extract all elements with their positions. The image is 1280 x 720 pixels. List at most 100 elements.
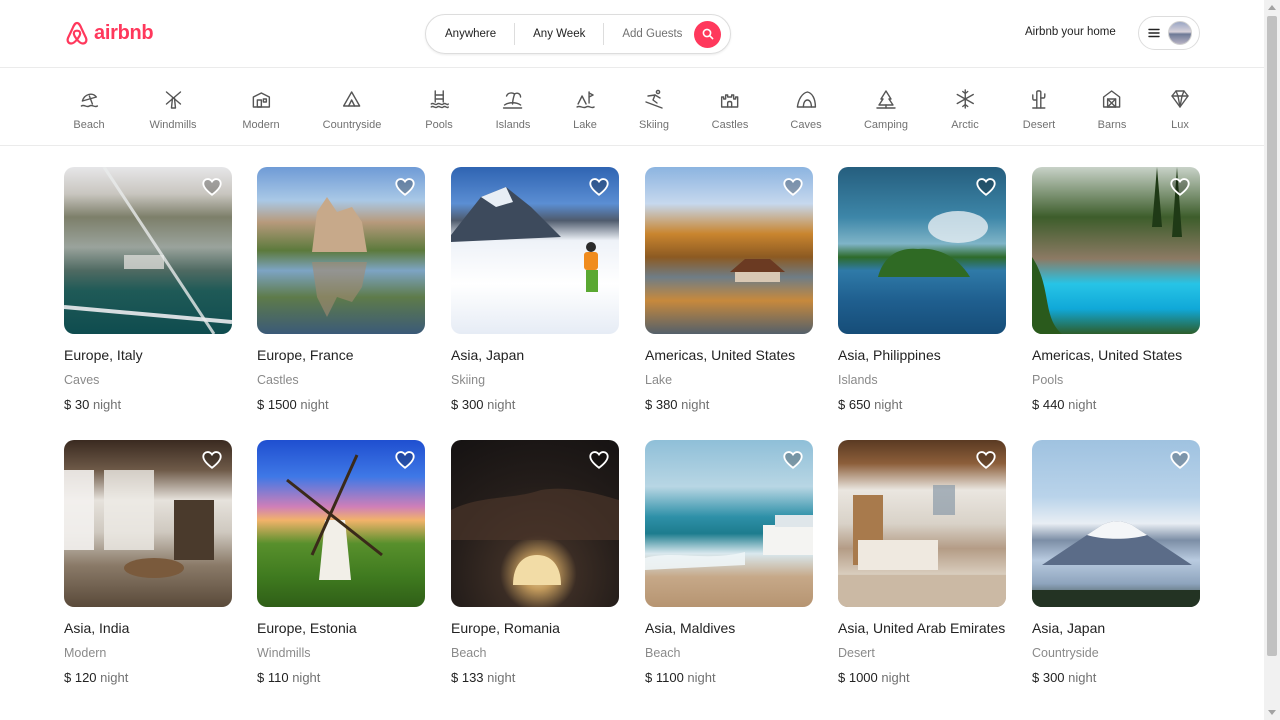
listing-price: $ 1100 night [645, 670, 813, 686]
skiing-icon [645, 89, 663, 109]
category-castles[interactable]: Castles [712, 88, 748, 131]
listing-category: Countryside [1032, 646, 1099, 660]
heart-icon[interactable] [782, 449, 804, 471]
listing-card[interactable]: Asia, Japan Skiing $ 300 night [451, 167, 619, 413]
listing-photo[interactable] [451, 167, 619, 334]
price-unit: night [300, 397, 329, 412]
listing-photo[interactable] [257, 167, 425, 334]
search-button[interactable] [694, 20, 722, 48]
category-skiing[interactable]: Skiing [639, 88, 669, 131]
heart-icon[interactable] [201, 176, 223, 198]
listing-card[interactable]: Europe, Romania Beach $ 133 night [451, 440, 619, 686]
category-desert[interactable]: Desert [1023, 88, 1055, 131]
scroll-down-arrow-icon[interactable] [1268, 710, 1276, 715]
price-unit: night [1068, 397, 1097, 412]
listing-price: $ 300 night [1032, 670, 1200, 686]
price-unit: night [874, 397, 903, 412]
heart-icon[interactable] [201, 449, 223, 471]
price-unit: night [92, 397, 122, 412]
listing-photo[interactable] [64, 167, 232, 334]
listing-card[interactable]: Europe, Estonia Windmills $ 110 night [257, 440, 425, 686]
host-link[interactable]: Airbnb your home [1025, 26, 1116, 38]
listing-card[interactable]: Americas, United States Lake $ 380 night [645, 167, 813, 413]
price-unit: night [487, 670, 516, 685]
price-unit: night [681, 397, 710, 412]
category-label: Countryside [322, 119, 382, 131]
barn-icon [1103, 90, 1121, 108]
listing-photo[interactable] [1032, 167, 1200, 334]
listing-location: Americas, United States [645, 347, 796, 363]
category-beach[interactable]: Beach [73, 88, 105, 131]
listing-category: Islands [838, 373, 878, 387]
search-when[interactable]: Any Week [515, 23, 605, 45]
listing-photo[interactable] [64, 440, 232, 607]
category-pools[interactable]: Pools [425, 88, 453, 131]
price-unit: night [292, 670, 321, 685]
listing-card[interactable]: Asia, Japan Countryside $ 300 night [1032, 440, 1200, 686]
scroll-thumb[interactable] [1267, 16, 1277, 656]
listing-photo[interactable] [451, 440, 619, 607]
category-camping[interactable]: Camping [864, 88, 908, 131]
heart-icon[interactable] [588, 449, 610, 471]
page-scrollbar[interactable] [1264, 0, 1280, 720]
listing-photo[interactable] [257, 440, 425, 607]
search-where[interactable]: Anywhere [426, 23, 516, 45]
brand-logo[interactable]: airbnb [64, 20, 154, 46]
category-label: Caves [790, 119, 822, 131]
listing-card[interactable]: Asia, India Modern $ 120 night [64, 440, 232, 686]
search-bar[interactable]: Anywhere Any Week Add Guests [425, 14, 731, 54]
avatar [1168, 21, 1192, 45]
category-islands[interactable]: Islands [496, 88, 530, 131]
category-arctic[interactable]: Arctic [951, 88, 979, 131]
heart-icon[interactable] [588, 176, 610, 198]
brand-name: airbnb [94, 21, 154, 44]
listing-card[interactable]: Europe, France Castles $ 1500 night [257, 167, 425, 413]
scroll-up-arrow-icon[interactable] [1268, 5, 1276, 10]
listing-location: Asia, United Arab Emirates [838, 620, 1006, 636]
listing-price: $ 300 night [451, 397, 619, 413]
price-value: $ 650 [838, 397, 871, 412]
listing-location: Asia, Japan [1032, 620, 1106, 636]
price-value: $ 30 [64, 397, 90, 412]
price-unit: night [1068, 670, 1097, 685]
price-value: $ 1000 [838, 670, 878, 685]
listing-location: Asia, Japan [451, 347, 525, 363]
heart-icon[interactable] [1169, 449, 1191, 471]
category-lake[interactable]: Lake [573, 88, 597, 131]
listing-photo[interactable] [838, 440, 1006, 607]
price-value: $ 120 [64, 670, 97, 685]
category-barns[interactable]: Barns [1098, 88, 1126, 131]
user-menu-button[interactable] [1138, 16, 1200, 50]
snowflake-icon [956, 89, 974, 109]
cave-icon [796, 91, 816, 108]
heart-icon[interactable] [782, 176, 804, 198]
category-countryside[interactable]: Countryside [322, 88, 382, 131]
listing-category: Beach [451, 646, 487, 660]
heart-icon[interactable] [1169, 176, 1191, 198]
category-windmills[interactable]: Windmills [149, 88, 197, 131]
airbnb-logo-icon [66, 21, 88, 45]
heart-icon[interactable] [394, 176, 416, 198]
header: airbnb Anywhere Any Week Add Guests Airb… [0, 0, 1264, 68]
listing-card[interactable]: Asia, Philippines Islands $ 650 night [838, 167, 1006, 413]
heart-icon[interactable] [394, 449, 416, 471]
price-value: $ 1100 [645, 670, 684, 685]
heart-icon[interactable] [975, 176, 997, 198]
search-who[interactable]: Add Guests [604, 23, 694, 45]
category-caves[interactable]: Caves [790, 88, 822, 131]
listing-card[interactable]: Americas, United States Pools $ 440 nigh… [1032, 167, 1200, 413]
heart-icon[interactable] [975, 449, 997, 471]
listing-card[interactable]: Asia, United Arab Emirates Desert $ 1000… [838, 440, 1006, 686]
listing-photo[interactable] [645, 440, 813, 607]
category-lux[interactable]: Lux [1169, 88, 1191, 131]
category-modern[interactable]: Modern [242, 88, 280, 131]
listing-card[interactable]: Europe, Italy Caves $ 30 night [64, 167, 232, 413]
category-label: Lake [573, 119, 597, 131]
category-label: Lux [1171, 119, 1189, 131]
listing-card[interactable]: Asia, Maldives Beach $ 1100 night [645, 440, 813, 686]
listing-location: Europe, Estonia [257, 620, 357, 636]
listing-photo[interactable] [838, 167, 1006, 334]
listing-photo[interactable] [1032, 440, 1200, 607]
hamburger-icon [1148, 28, 1160, 38]
listing-photo[interactable] [645, 167, 813, 334]
